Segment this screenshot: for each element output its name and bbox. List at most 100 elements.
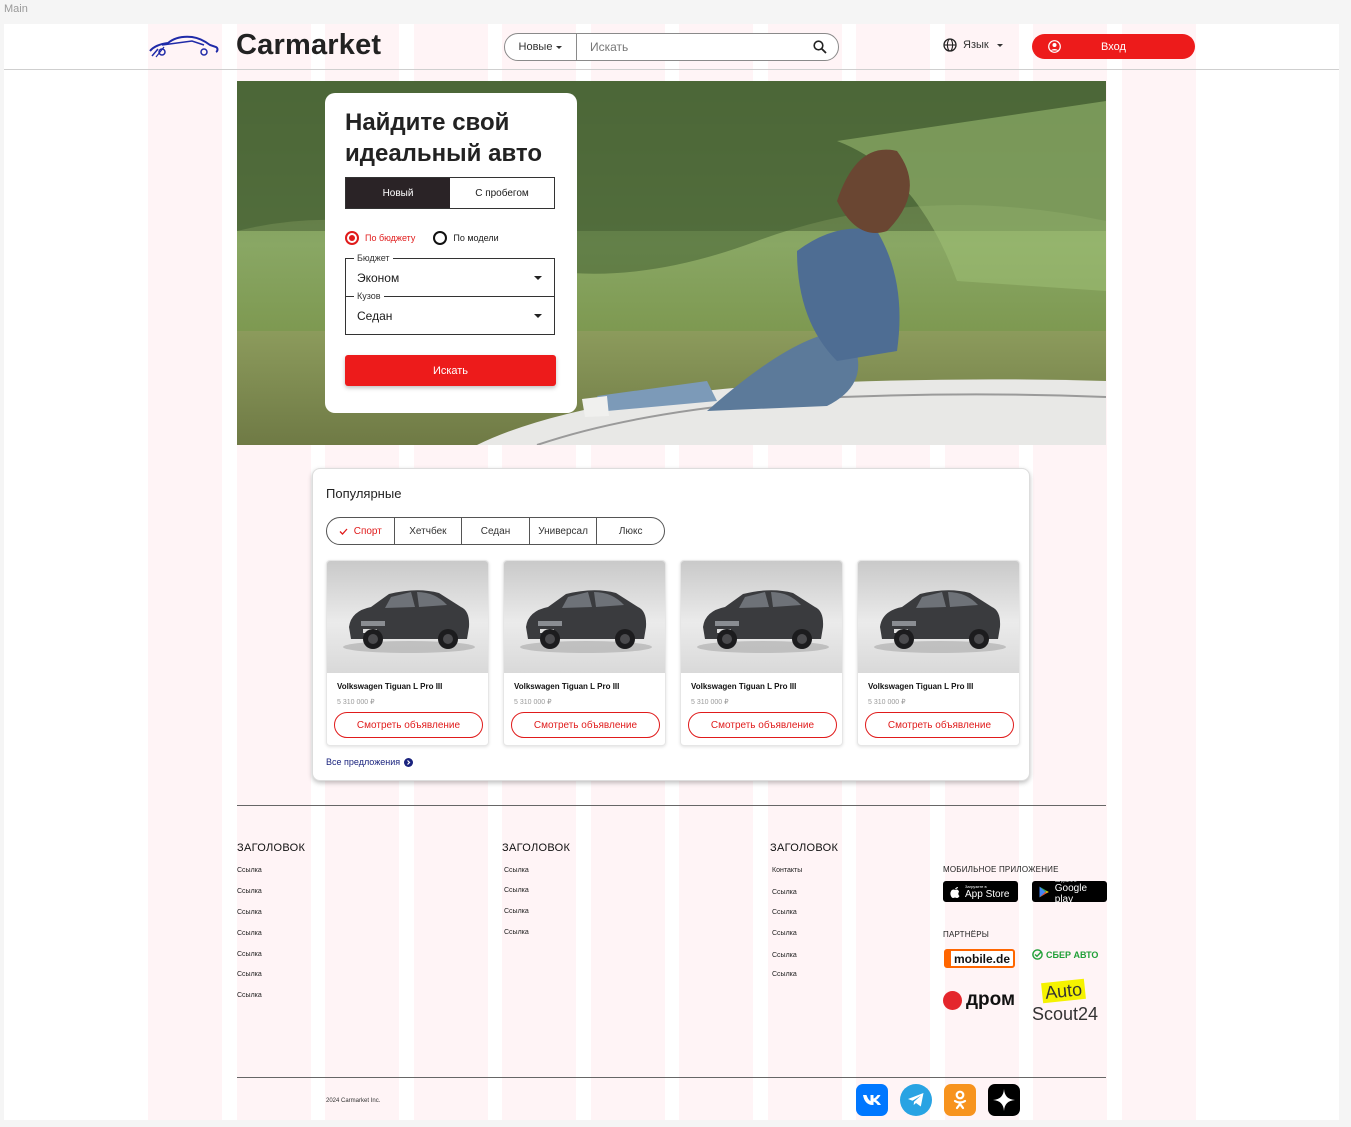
app-store-text: Загрузите в App Store: [965, 884, 1009, 900]
language-label: Язык: [963, 39, 989, 51]
radio-by-budget[interactable]: По бюджету: [345, 231, 415, 245]
caret-down-icon: [534, 276, 542, 280]
partner-drom[interactable]: дром: [943, 989, 1015, 1011]
search-category-value: Новые: [518, 41, 553, 53]
chip-label: Спорт: [353, 525, 382, 537]
car-image: [858, 561, 1019, 673]
radio-dot: [345, 231, 359, 245]
search-button[interactable]: [802, 34, 838, 60]
car-price: 5 310 000 ₽: [691, 699, 729, 706]
radio-label: По бюджету: [365, 233, 416, 243]
view-listing-button[interactable]: Смотреть объявление: [334, 712, 483, 738]
telegram-glyph: [908, 1093, 924, 1107]
category-chips: Спорт Хетчбек Седан Универсал Люкс: [326, 517, 665, 545]
drom-icon: [943, 990, 962, 1010]
car-title: Volkswagen Tiguan L Pro III: [337, 682, 443, 691]
car-card[interactable]: Volkswagen Tiguan L Pro III 5 310 000 ₽ …: [503, 560, 666, 746]
chip-label: Универсал: [538, 525, 588, 537]
chip-wagon[interactable]: Универсал: [528, 518, 597, 544]
footer-link[interactable]: Ссылка: [237, 930, 262, 937]
footer-divider: [237, 805, 1106, 806]
footer-link[interactable]: Ссылка: [237, 888, 262, 895]
search-category-select[interactable]: Новые: [505, 34, 577, 60]
mobile-app-heading: МОБИЛЬНОЕ ПРИЛОЖЕНИЕ: [943, 865, 1059, 874]
footer-link[interactable]: Ссылка: [504, 929, 529, 936]
view-listing-button[interactable]: Смотреть объявление: [865, 712, 1014, 738]
car-card[interactable]: Volkswagen Tiguan L Pro III 5 310 000 ₽ …: [326, 560, 489, 746]
chip-hatchback[interactable]: Хетчбек: [393, 518, 462, 544]
brand-name[interactable]: Carmarket: [236, 29, 381, 62]
budget-label: Бюджет: [354, 253, 393, 263]
apple-icon: [950, 886, 960, 898]
tab-used[interactable]: С пробегом: [450, 178, 554, 208]
autoscout-auto-text: Auto: [1041, 978, 1086, 1004]
frame-label: Main: [4, 3, 28, 15]
vk-icon[interactable]: [856, 1084, 888, 1116]
app-store-button[interactable]: Загрузите в App Store: [943, 881, 1018, 902]
view-listing-button[interactable]: Смотреть объявление: [511, 712, 660, 738]
car-card[interactable]: Volkswagen Tiguan L Pro III 5 310 000 ₽ …: [857, 560, 1020, 746]
login-button[interactable]: Вход: [1032, 34, 1195, 59]
caret-down-icon: [534, 314, 542, 318]
google-play-button[interactable]: Загрузите в Google play: [1032, 878, 1107, 905]
zen-icon[interactable]: [988, 1084, 1020, 1116]
autoscout-scout-text: Scout24: [1032, 1004, 1099, 1024]
car-logo-icon[interactable]: [148, 33, 220, 59]
budget-value: Эконом: [357, 270, 400, 285]
car-photo: [520, 590, 652, 653]
check-icon: [339, 528, 348, 535]
footer-link[interactable]: Ссылка: [237, 867, 262, 874]
partner-sber-auto[interactable]: СБЕР АВТО: [1032, 949, 1098, 960]
bottom-divider: [237, 1077, 1106, 1078]
footer-link[interactable]: Ссылка: [772, 889, 797, 896]
car-image: [681, 561, 842, 673]
partner-mobile-de[interactable]: mobile.de: [944, 949, 1016, 968]
partner-autoscout24[interactable]: Auto Scout24: [1032, 978, 1107, 1029]
car-photo: [343, 590, 475, 653]
car-card[interactable]: Volkswagen Tiguan L Pro III 5 310 000 ₽ …: [680, 560, 843, 746]
search-bar: Новые: [504, 33, 839, 61]
partners-heading: ПАРТНЁРЫ: [943, 930, 990, 939]
radio-dot: [433, 231, 448, 245]
hero-search-button[interactable]: Искать: [345, 355, 556, 386]
all-offers-link[interactable]: Все предложения: [326, 757, 414, 767]
footer-link[interactable]: Ссылка: [504, 867, 529, 874]
footer-link[interactable]: Ссылка: [237, 951, 262, 958]
hero-image: Найдите свой идеальный авто Новый С проб…: [237, 81, 1106, 445]
footer-link[interactable]: Ссылка: [772, 952, 797, 959]
main-frame: Carmarket Новые Язык: [4, 24, 1339, 1120]
search-input[interactable]: [577, 34, 802, 60]
footer-link[interactable]: Ссылка: [504, 908, 529, 915]
car-title: Volkswagen Tiguan L Pro III: [691, 682, 797, 691]
body-type-select[interactable]: Кузов Седан: [345, 291, 555, 335]
telegram-icon[interactable]: [900, 1084, 932, 1116]
footer-link-contacts[interactable]: Контакты: [772, 867, 802, 874]
footer-link[interactable]: Ссылка: [772, 909, 797, 916]
sber-check-icon: [1032, 949, 1043, 960]
search-icon: [813, 40, 827, 54]
chip-luxury[interactable]: Люкс: [596, 518, 664, 544]
sber-auto-logo-text: СБЕР АВТО: [1046, 949, 1099, 960]
footer-link[interactable]: Ссылка: [504, 887, 529, 894]
footer-link[interactable]: Ссылка: [237, 909, 262, 916]
popular-title: Популярные: [326, 486, 402, 501]
odnoklassniki-icon[interactable]: [944, 1084, 976, 1116]
footer-heading-1: ЗАГОЛОВОК: [237, 842, 306, 854]
radio-by-model[interactable]: По модели: [433, 231, 499, 245]
chip-sedan[interactable]: Седан: [461, 518, 529, 544]
footer-link[interactable]: Ссылка: [237, 971, 262, 978]
google-play-icon: [1039, 886, 1049, 897]
car-price: 5 310 000 ₽: [868, 699, 906, 706]
footer-link[interactable]: Ссылка: [772, 930, 797, 937]
footer-link[interactable]: Ссылка: [237, 992, 262, 999]
tab-new[interactable]: Новый: [346, 178, 450, 208]
drom-logo-text: дром: [966, 989, 1016, 1010]
hero-title: Найдите свой идеальный авто: [345, 109, 542, 167]
chip-sport[interactable]: Спорт: [327, 518, 394, 544]
filter-fields: Бюджет Эконом Кузов Седан: [345, 253, 555, 335]
view-listing-button[interactable]: Смотреть объявление: [688, 712, 837, 738]
site-header: Carmarket Новые Язык: [4, 24, 1339, 70]
language-selector[interactable]: Язык: [943, 38, 1003, 52]
search-card: Найдите свой идеальный авто Новый С проб…: [325, 93, 577, 413]
footer-link[interactable]: Ссылка: [772, 971, 797, 978]
